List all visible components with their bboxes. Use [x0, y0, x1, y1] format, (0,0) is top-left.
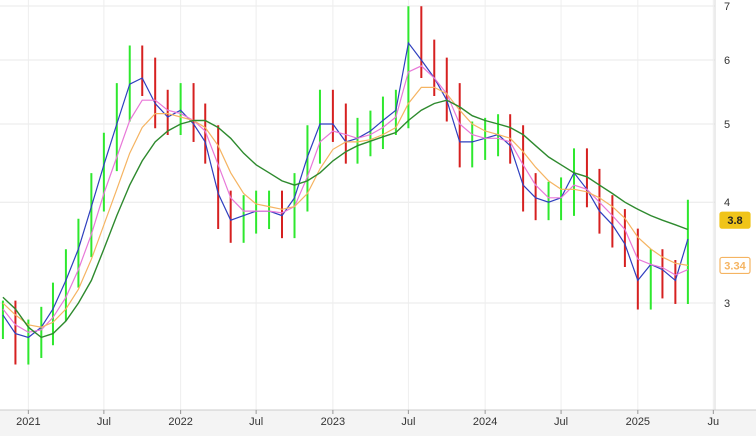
stock-chart: 3 4 5 6 7 2021 Jul 2022 Jul 2023 Jul 2024 Jul 2025 Ju 3…	[0, 0, 756, 436]
x-tick-label: 2021	[16, 416, 40, 428]
x-tick-label: Jul	[249, 416, 263, 428]
y-tick-label: 3	[724, 298, 730, 310]
y-tick-label: 4	[724, 197, 730, 209]
x-tick-label: 2023	[321, 416, 345, 428]
x-tick-label: Jul	[97, 416, 111, 428]
badge-text: 3.34	[724, 260, 746, 272]
last-value-badge-1: 3.8	[719, 211, 751, 229]
chart-canvas: 3 4 5 6 7 2021 Jul 2022 Jul 2023 Jul 2024 Jul 2025 Ju 3…	[0, 0, 756, 436]
x-tick-label: 2024	[473, 416, 497, 428]
y-tick-label: 7	[724, 1, 730, 13]
last-value-badge-2: 3.34	[719, 256, 751, 275]
x-tick-label: 2025	[626, 416, 650, 428]
x-tick-label: Jul	[401, 416, 415, 428]
x-tick-label: Jul	[554, 416, 568, 428]
grid	[0, 0, 715, 410]
x-tick-label: 2022	[168, 416, 192, 428]
y-tick-label: 6	[724, 55, 730, 67]
x-tick-label: Ju	[708, 416, 720, 428]
badge-text: 3.8	[727, 215, 742, 227]
y-tick-label: 5	[724, 119, 730, 131]
